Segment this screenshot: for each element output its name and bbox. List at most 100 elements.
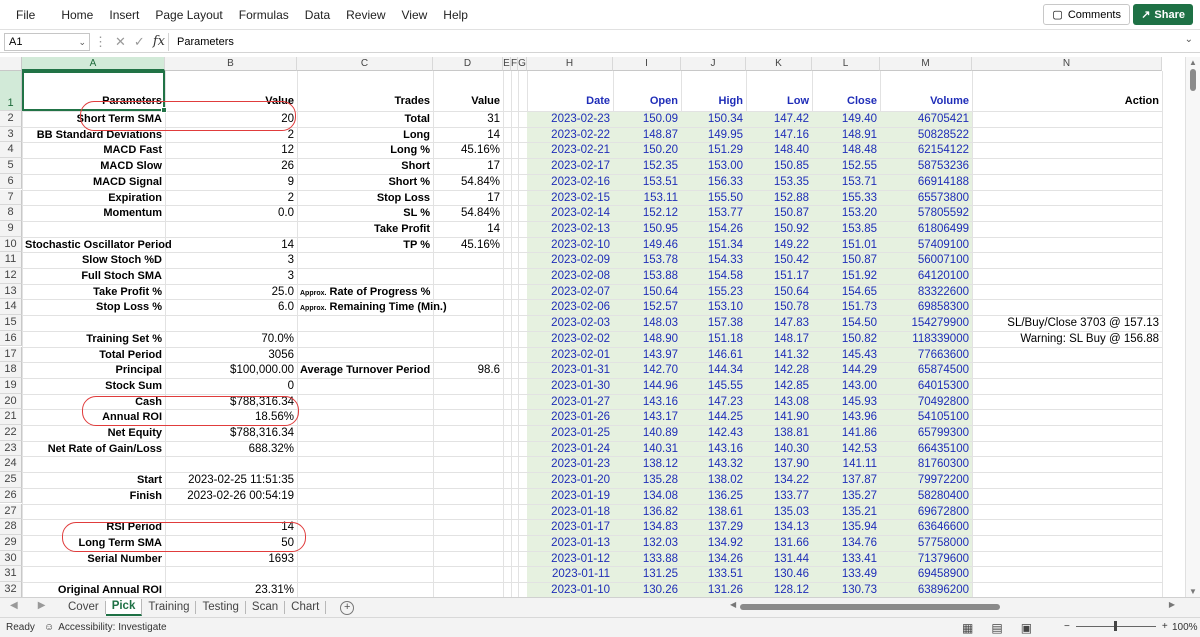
sheet-tab-testing[interactable]: Testing (196, 601, 246, 614)
sheet-tab-chart[interactable]: Chart (285, 601, 327, 614)
price-high: 137.29 (707, 521, 743, 534)
row-header-2[interactable]: 2 (0, 111, 22, 127)
row-header-4[interactable]: 4 (0, 142, 22, 159)
menu-item-view[interactable]: View (394, 0, 436, 30)
row-header-6[interactable]: 6 (0, 173, 22, 190)
column-header-i[interactable]: I (613, 57, 681, 71)
row-header-13[interactable]: 13 (0, 283, 22, 300)
row-header-26[interactable]: 26 (0, 487, 22, 504)
row-header-23[interactable]: 23 (0, 440, 22, 457)
worksheet-grid[interactable]: A B C D E F G H I J K L M N 1 2 3 4 5 6 7 8 9 10 11 12 13 14 15 16 17 1… (0, 57, 1185, 597)
zoom-knob[interactable] (1113, 621, 1117, 631)
row-header-21[interactable]: 21 (0, 409, 22, 425)
menu-item-data[interactable]: Data (297, 0, 338, 30)
enter-icon[interactable]: ✓ (134, 34, 145, 50)
column-header-b[interactable]: B (165, 57, 297, 71)
column-header-m[interactable]: M (880, 57, 972, 71)
menu-item-file[interactable]: File (0, 0, 43, 30)
scroll-down-icon[interactable]: ▼ (1189, 587, 1197, 596)
row-header-18[interactable]: 18 (0, 362, 22, 378)
chevron-down-icon[interactable]: ⌄ (78, 34, 86, 50)
price-close: 150.82 (841, 332, 877, 345)
menu-item-formulas[interactable]: Formulas (231, 0, 297, 30)
column-header-e[interactable]: E (503, 57, 511, 71)
accessibility-status[interactable]: ☺ Accessibility: Investigate (44, 622, 167, 633)
column-header-k[interactable]: K (746, 57, 812, 71)
menu-item-help[interactable]: Help (435, 0, 476, 30)
row-header-10[interactable]: 10 (0, 236, 22, 253)
zoom-percent[interactable]: 100% (1172, 622, 1198, 633)
row-header-22[interactable]: 22 (0, 425, 22, 441)
scroll-left-icon[interactable]: ◀ (730, 600, 736, 609)
row-header-15[interactable]: 15 (0, 315, 22, 331)
page-break-view-icon[interactable]: ▣ (1021, 621, 1032, 635)
formula-input[interactable]: Parameters (168, 33, 1178, 51)
select-all-corner[interactable] (0, 57, 22, 71)
row-header-3[interactable]: 3 (0, 126, 22, 143)
sheet-tab-scan[interactable]: Scan (246, 601, 286, 614)
column-header-d[interactable]: D (433, 57, 503, 71)
row-header-12[interactable]: 12 (0, 268, 22, 284)
normal-view-icon[interactable]: ▦ (962, 621, 973, 635)
row-header-16[interactable]: 16 (0, 330, 22, 347)
page-layout-view-icon[interactable]: ▤ (991, 621, 1002, 635)
row-header-31[interactable]: 31 (0, 566, 22, 582)
row-header-5[interactable]: 5 (0, 158, 22, 174)
next-sheet-icon[interactable]: ▶ (38, 600, 46, 611)
add-sheet-icon[interactable]: + (340, 600, 355, 615)
column-header-g[interactable]: G (518, 57, 527, 71)
sheet-tab-training[interactable]: Training (142, 601, 197, 614)
column-header-n[interactable]: N (972, 57, 1162, 71)
menu-item-home[interactable]: Home (53, 0, 101, 30)
scroll-up-icon[interactable]: ▲ (1189, 58, 1197, 67)
row-header-9[interactable]: 9 (0, 220, 22, 237)
column-header-f[interactable]: F (511, 57, 518, 71)
price-date: 2023-02-01 (551, 348, 610, 361)
menu-item-review[interactable]: Review (338, 0, 393, 30)
row-header-29[interactable]: 29 (0, 534, 22, 551)
sheet-tab-cover[interactable]: Cover (62, 601, 106, 614)
row-header-17[interactable]: 17 (0, 346, 22, 363)
menu-item-insert[interactable]: Insert (101, 0, 147, 30)
row-header-11[interactable]: 11 (0, 252, 22, 268)
price-low: 131.44 (773, 552, 809, 565)
row-header-28[interactable]: 28 (0, 519, 22, 535)
row-header-14[interactable]: 14 (0, 299, 22, 316)
row-header-32[interactable]: 32 (0, 582, 22, 597)
row-header-30[interactable]: 30 (0, 550, 22, 567)
share-button[interactable]: ↗ Share (1133, 4, 1193, 25)
name-box[interactable]: A1 ⌄ (4, 33, 90, 51)
price-close: 148.91 (841, 128, 877, 141)
column-header-h[interactable]: H (527, 57, 613, 71)
row-header-8[interactable]: 8 (0, 205, 22, 221)
row-header-1[interactable]: 1 (0, 71, 22, 111)
horizontal-scrollbar[interactable]: ◀ ▶ (620, 600, 1175, 612)
column-header-l[interactable]: L (812, 57, 880, 71)
column-header-c[interactable]: C (297, 57, 433, 71)
zoom-track[interactable] (1075, 621, 1156, 631)
row-header-7[interactable]: 7 (0, 189, 22, 206)
sheet-tab-pick[interactable]: Pick (105, 599, 143, 616)
more-icon[interactable]: ⋮ (94, 34, 107, 50)
row-header-27[interactable]: 27 (0, 503, 22, 520)
row-header-25[interactable]: 25 (0, 472, 22, 488)
comments-button[interactable]: ▢ Comments (1043, 4, 1130, 25)
column-header-j[interactable]: J (681, 57, 746, 71)
column-header-a[interactable]: A (22, 57, 165, 71)
prev-sheet-icon[interactable]: ◀ (10, 600, 18, 611)
row-header-20[interactable]: 20 (0, 393, 22, 410)
row-header-24[interactable]: 24 (0, 456, 22, 473)
insert-function-icon[interactable]: fx (153, 34, 165, 50)
price-high: 133.51 (707, 568, 743, 581)
cancel-icon[interactable]: ✕ (115, 34, 126, 50)
vertical-scroll-thumb[interactable] (1190, 69, 1196, 91)
zoom-in-icon[interactable]: + (1162, 621, 1168, 632)
row-header-19[interactable]: 19 (0, 377, 22, 394)
menu-item-page-layout[interactable]: Page Layout (147, 0, 230, 30)
vertical-scrollbar[interactable]: ▲ ▼ (1185, 57, 1200, 597)
zoom-slider[interactable]: − + (1064, 621, 1168, 632)
zoom-out-icon[interactable]: − (1064, 621, 1070, 632)
scroll-right-icon[interactable]: ▶ (1169, 600, 1175, 609)
expand-formula-icon[interactable]: ⌄ (1185, 34, 1193, 45)
horizontal-scroll-thumb[interactable] (740, 604, 1000, 610)
